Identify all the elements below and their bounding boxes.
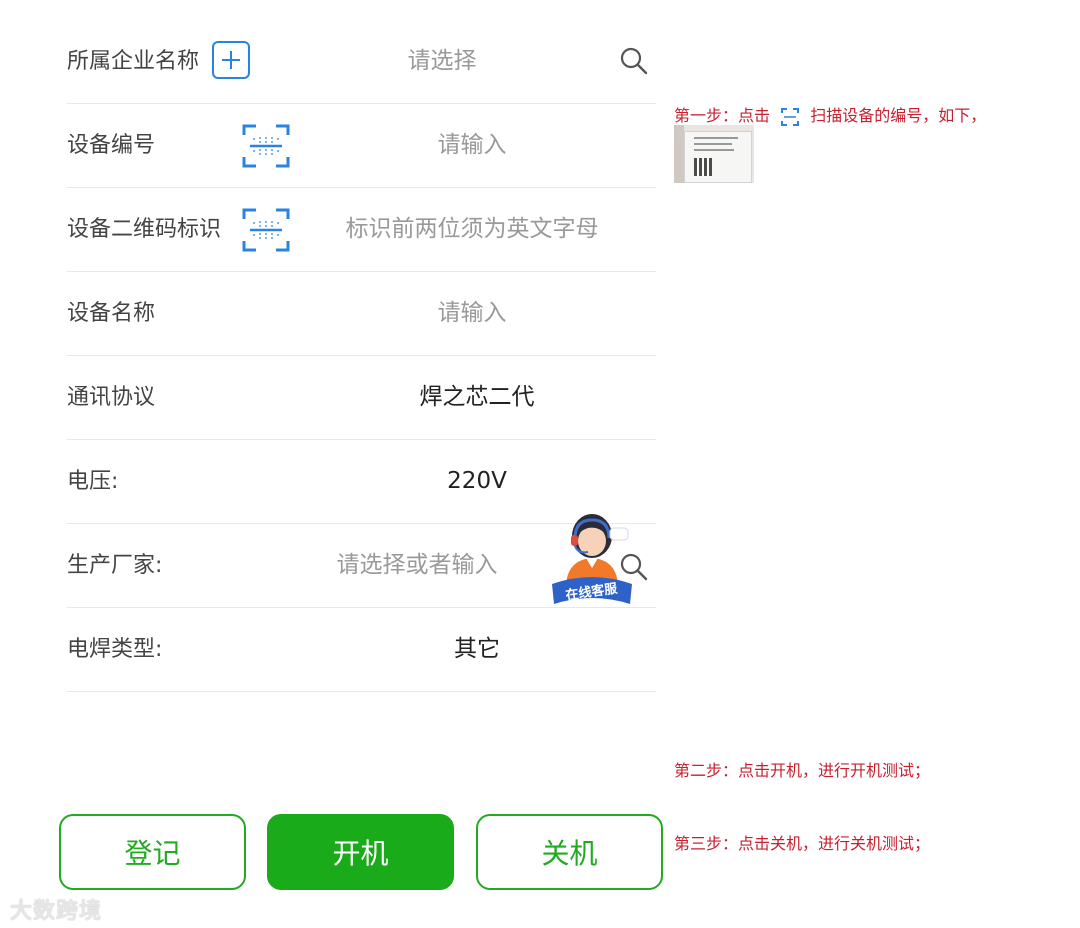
qr-id-label: 设备二维码标识 (67, 217, 222, 242)
device-name-input[interactable]: 请输入 (397, 272, 547, 355)
protocol-row: 通讯协议 焊之芯二代 (67, 356, 656, 440)
search-icon[interactable] (619, 46, 649, 76)
protocol-label: 通讯协议 (67, 385, 156, 410)
qr-id-input[interactable]: 标识前两位须为英文字母 (327, 188, 617, 271)
manufacturer-label: 生产厂家: (67, 553, 163, 578)
company-label: 所属企业名称 (67, 49, 200, 74)
device-label-photo (674, 125, 754, 183)
device-no-row: 设备编号 请输入 (67, 104, 656, 188)
company-select[interactable]: 请选择 (367, 20, 517, 103)
register-button[interactable]: 登记 (59, 814, 246, 890)
step3-note: 第三步：点击关机，进行关机测试； (674, 834, 931, 853)
scan-icon (781, 107, 800, 126)
device-name-label: 设备名称 (67, 301, 156, 326)
step1-prefix: 第一步：点击 (674, 106, 771, 125)
company-row: 所属企业名称 请选择 (67, 20, 656, 104)
manufacturer-input[interactable]: 请选择或者输入 (322, 524, 512, 607)
weld-type-label: 电焊类型: (67, 637, 163, 662)
weld-type-row: 电焊类型: 其它 (67, 608, 656, 692)
device-name-row: 设备名称 请输入 (67, 272, 656, 356)
voltage-value[interactable]: 220V (417, 440, 537, 523)
power-off-button[interactable]: 关机 (476, 814, 663, 890)
scan-icon[interactable] (242, 207, 290, 253)
step1-note: 第一步：点击 扫描设备的编号，如下， (674, 102, 986, 126)
step1-suffix: 扫描设备的编号，如下， (810, 106, 987, 125)
weld-type-value[interactable]: 其它 (427, 608, 527, 691)
add-company-button[interactable] (212, 41, 250, 79)
online-service-badge[interactable]: 在线客服 (548, 508, 636, 608)
watermark: 大数跨境 (10, 899, 103, 924)
device-no-input[interactable]: 请输入 (397, 104, 547, 187)
step2-note: 第二步：点击开机，进行开机测试； (674, 761, 931, 780)
protocol-value[interactable]: 焊之芯二代 (397, 356, 557, 439)
power-on-button[interactable]: 开机 (267, 814, 454, 890)
qr-id-row: 设备二维码标识 标识前两位须为英文字母 (67, 188, 656, 272)
scan-icon[interactable] (242, 123, 290, 169)
device-no-label: 设备编号 (67, 133, 156, 158)
voltage-label: 电压: (67, 469, 119, 494)
